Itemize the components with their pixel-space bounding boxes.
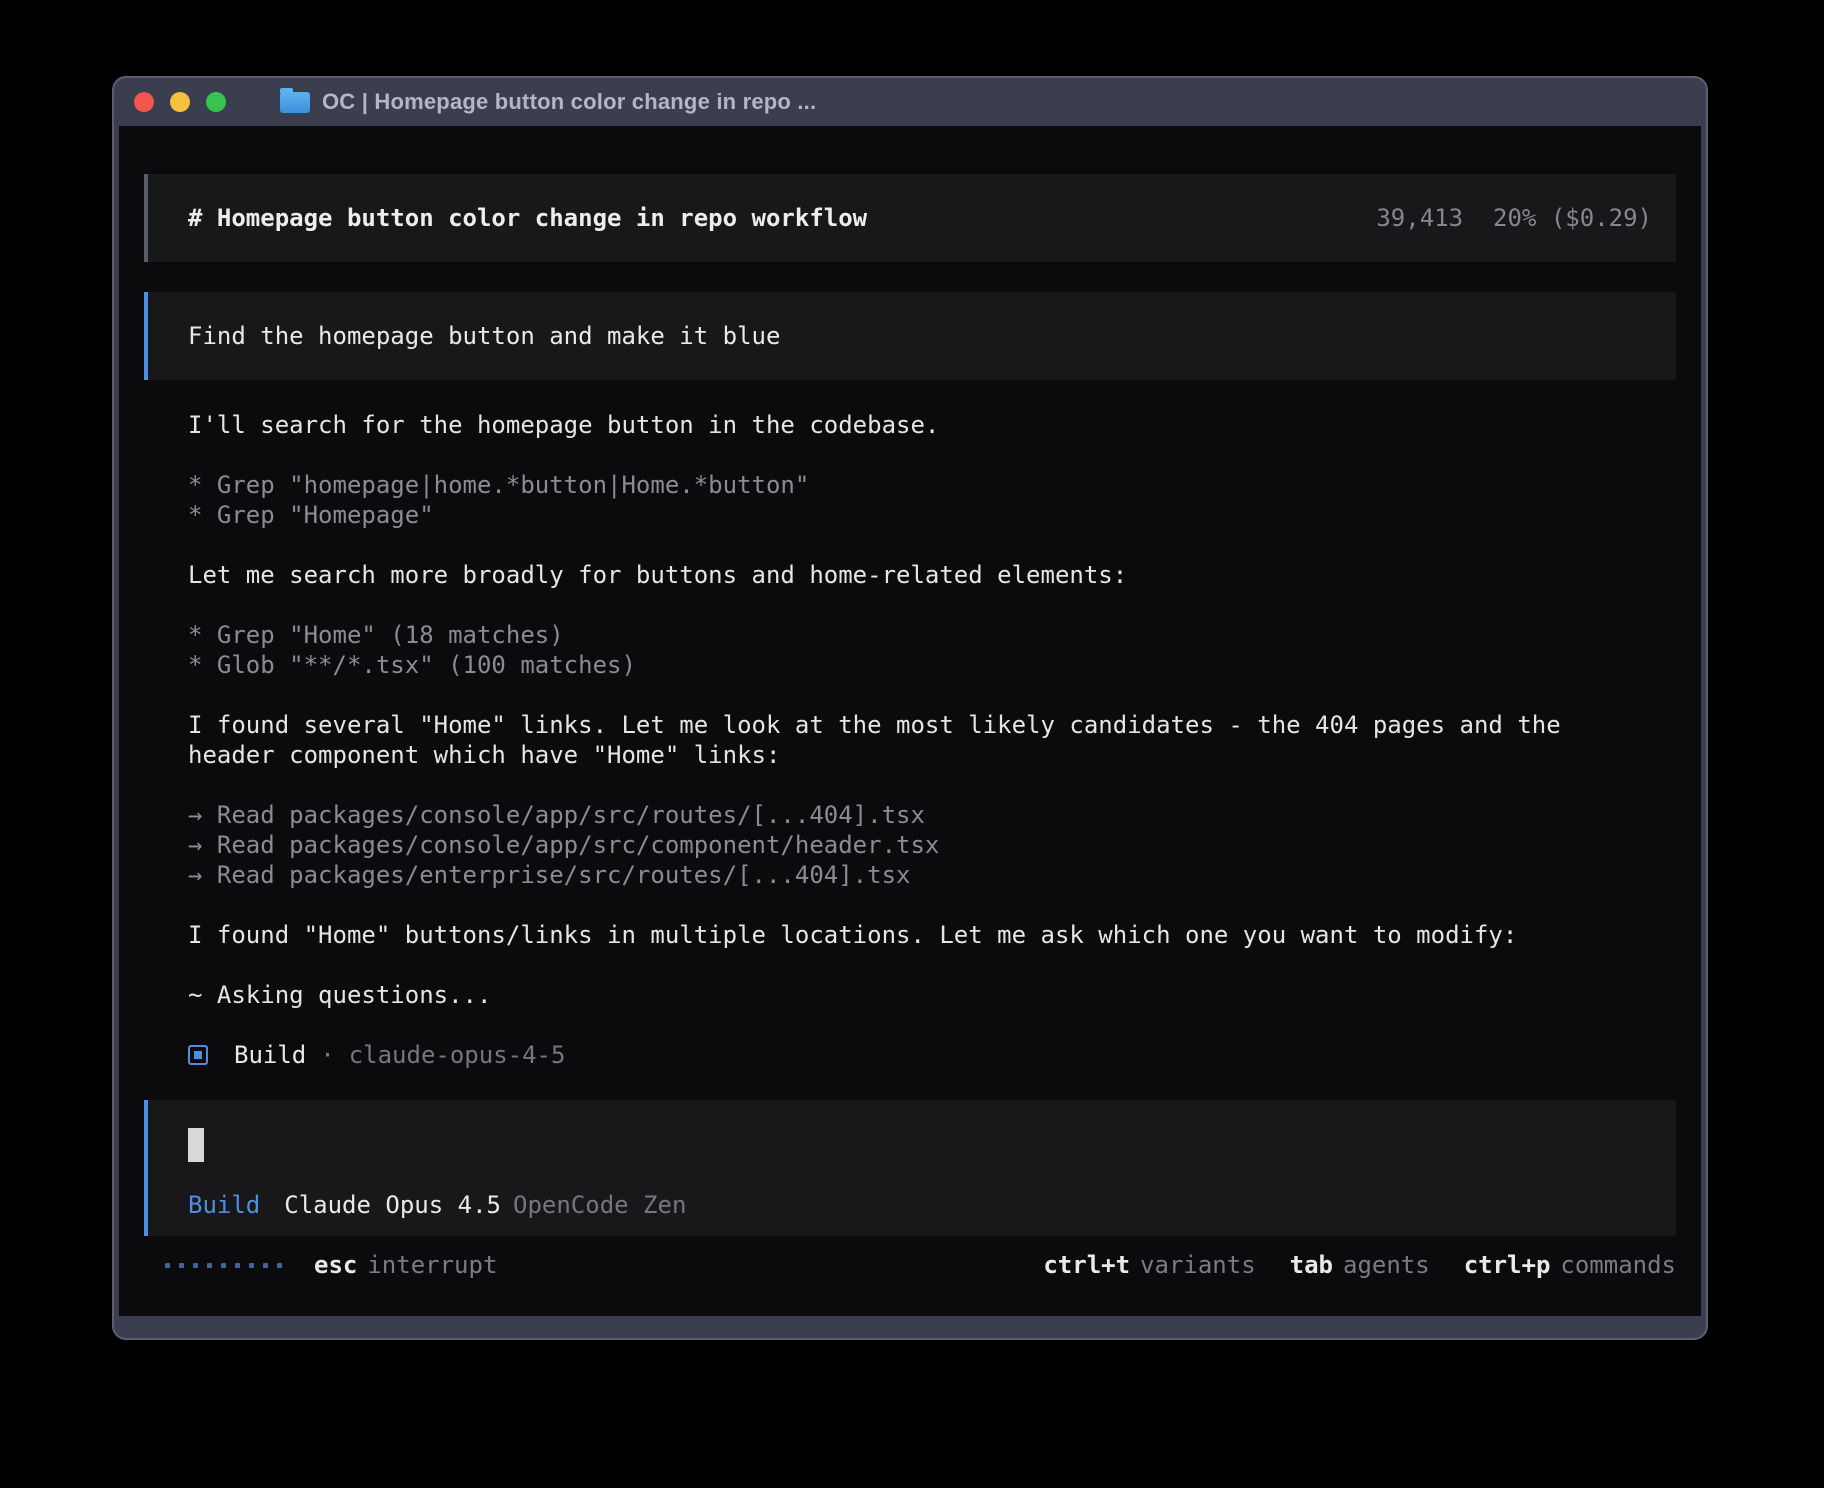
- input-agent-label: Build: [188, 1190, 260, 1220]
- hint-commands-key: ctrl+p: [1464, 1250, 1551, 1280]
- traffic-lights: [134, 92, 226, 112]
- token-count: 39,413: [1376, 204, 1463, 232]
- hint-interrupt-key: esc: [314, 1250, 357, 1280]
- session-title: # Homepage button color change in repo w…: [188, 203, 867, 233]
- hint-commands-label: commands: [1560, 1250, 1676, 1280]
- spinner-dot: [263, 1263, 268, 1268]
- message-block: I'll search for the homepage button in t…: [188, 410, 1676, 440]
- hint-agents-label: agents: [1343, 1250, 1430, 1280]
- input-provider-label: OpenCode Zen: [513, 1190, 686, 1220]
- prompt-input[interactable]: Build Claude Opus 4.5 OpenCode Zen: [144, 1100, 1676, 1236]
- agent-icon: [188, 1045, 208, 1065]
- title-bar[interactable]: OC | Homepage button color change in rep…: [114, 78, 1706, 126]
- window-bottom-edge: [114, 1316, 1706, 1338]
- tool-call-line: * Grep "Homepage": [188, 500, 1676, 530]
- spinner-dot: [221, 1263, 226, 1268]
- assistant-messages: I'll search for the homepage button in t…: [188, 410, 1676, 1040]
- hint-interrupt-label: interrupt: [367, 1250, 497, 1280]
- tool-call-line: * Grep "homepage|home.*button|Home.*butt…: [188, 470, 1676, 500]
- status-bar-left: esc interrupt: [165, 1250, 497, 1280]
- assistant-text-line: I found "Home" buttons/links in multiple…: [188, 920, 1676, 950]
- context-usage: 20% ($0.29): [1493, 204, 1652, 232]
- terminal-content: # Homepage button color change in repo w…: [119, 126, 1701, 1316]
- terminal-window: OC | Homepage button color change in rep…: [112, 76, 1708, 1340]
- tool-call-line: → Read packages/enterprise/src/routes/[.…: [188, 860, 1676, 890]
- spinner-dot: [277, 1263, 282, 1268]
- spinner-dot: [165, 1263, 170, 1268]
- model-line: Build Claude Opus 4.5 OpenCode Zen: [188, 1190, 1652, 1220]
- folder-icon: [280, 92, 310, 113]
- assistant-text-line: header component which have "Home" links…: [188, 740, 1676, 770]
- status-bar-right: ctrl+t variants tab agents ctrl+p commands: [1043, 1250, 1676, 1280]
- session-header: # Homepage button color change in repo w…: [144, 174, 1676, 262]
- hint-variants-key: ctrl+t: [1043, 1250, 1130, 1280]
- status-model-name: claude-opus-4-5: [349, 1040, 566, 1070]
- spinner-dot: [207, 1263, 212, 1268]
- close-window-button[interactable]: [134, 92, 154, 112]
- assistant-text-line: ~ Asking questions...: [188, 980, 1676, 1010]
- message-block: ~ Asking questions...: [188, 980, 1676, 1010]
- hint-variants: ctrl+t variants: [1043, 1250, 1255, 1280]
- window-title: OC | Homepage button color change in rep…: [322, 89, 816, 115]
- tool-call-line: → Read packages/console/app/src/routes/[…: [188, 800, 1676, 830]
- text-cursor: [188, 1128, 204, 1162]
- hint-commands: ctrl+p commands: [1464, 1250, 1676, 1280]
- user-message-text: Find the homepage button and make it blu…: [188, 322, 780, 350]
- tool-call-line: * Glob "**/*.tsx" (100 matches): [188, 650, 1676, 680]
- spinner-dots: [165, 1263, 282, 1268]
- message-block: Let me search more broadly for buttons a…: [188, 560, 1676, 590]
- spinner-dot: [179, 1263, 184, 1268]
- message-block: I found "Home" buttons/links in multiple…: [188, 920, 1676, 950]
- spinner-dot: [249, 1263, 254, 1268]
- hint-variants-label: variants: [1140, 1250, 1256, 1280]
- hint-agents: tab agents: [1290, 1250, 1430, 1280]
- message-block: → Read packages/console/app/src/routes/[…: [188, 800, 1676, 890]
- zoom-window-button[interactable]: [206, 92, 226, 112]
- input-model-label: Claude Opus 4.5: [284, 1190, 501, 1220]
- assistant-text-line: I'll search for the homepage button in t…: [188, 410, 1676, 440]
- assistant-text-line: Let me search more broadly for buttons a…: [188, 560, 1676, 590]
- status-agent-name: Build: [234, 1040, 306, 1070]
- tool-call-line: → Read packages/console/app/src/componen…: [188, 830, 1676, 860]
- status-bar: esc interrupt ctrl+t variants tab agents ct…: [144, 1250, 1676, 1280]
- assistant-text-line: I found several "Home" links. Let me loo…: [188, 710, 1676, 740]
- spinner-dot: [235, 1263, 240, 1268]
- message-block: * Grep "Home" (18 matches)* Glob "**/*.t…: [188, 620, 1676, 680]
- spinner-dot: [193, 1263, 198, 1268]
- agent-status-line: Build · claude-opus-4-5: [188, 1040, 1676, 1070]
- agent-icon-dot: [194, 1051, 202, 1059]
- user-message-block: Find the homepage button and make it blu…: [144, 292, 1676, 380]
- hint-interrupt: esc interrupt: [314, 1250, 497, 1280]
- status-separator: ·: [320, 1040, 334, 1070]
- message-block: * Grep "homepage|home.*button|Home.*butt…: [188, 470, 1676, 530]
- session-stats: 39,413 20% ($0.29): [1376, 203, 1652, 233]
- hint-agents-key: tab: [1290, 1250, 1333, 1280]
- message-block: I found several "Home" links. Let me loo…: [188, 710, 1676, 770]
- minimize-window-button[interactable]: [170, 92, 190, 112]
- tool-call-line: * Grep "Home" (18 matches): [188, 620, 1676, 650]
